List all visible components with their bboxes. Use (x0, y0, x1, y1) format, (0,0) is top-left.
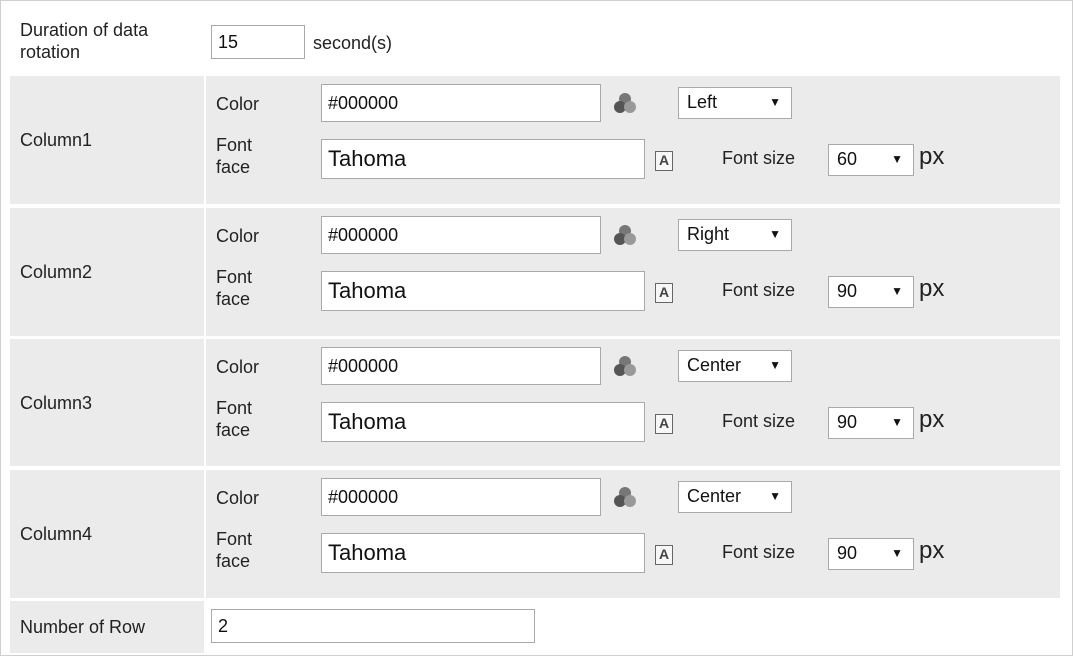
column-name: Column1 (20, 130, 93, 150)
font-size-value: 90 (837, 543, 858, 563)
alignment-select[interactable]: Right ▼ (678, 219, 792, 251)
column-block-1: Column1 Color Left ▼ Font face A Font si… (10, 76, 1060, 204)
color-label: Color (216, 488, 260, 508)
alignment-select[interactable]: Center ▼ (678, 481, 792, 513)
px-unit-label: px (919, 275, 945, 302)
font-size-label: Font size (722, 148, 796, 168)
duration-unit: second(s) (313, 33, 393, 53)
font-size-value: 90 (837, 412, 858, 432)
px-unit-label: px (919, 537, 945, 564)
column-settings: Color Right ▼ Font face A Font size 90 ▼… (206, 208, 1060, 336)
number-of-row-input[interactable] (211, 609, 535, 643)
color-label: Color (216, 226, 260, 246)
font-face-input[interactable] (321, 271, 645, 311)
duration-label: Duration of data rotation (20, 20, 149, 62)
font-size-select[interactable]: 90 ▼ (828, 538, 914, 570)
color-input[interactable] (321, 478, 601, 516)
number-of-row-row: Number of Row (10, 601, 1060, 653)
chevron-down-icon: ▼ (769, 95, 781, 109)
color-palette-icon[interactable] (612, 354, 638, 378)
chevron-down-icon: ▼ (769, 227, 781, 241)
duration-input[interactable] (211, 25, 305, 59)
font-face-label: Font face (216, 398, 253, 440)
font-size-value: 90 (837, 281, 858, 301)
chevron-down-icon: ▼ (891, 152, 903, 166)
chevron-down-icon: ▼ (769, 358, 781, 372)
font-size-label: Font size (722, 280, 796, 300)
font-face-label: Font face (216, 135, 253, 177)
alignment-select[interactable]: Center ▼ (678, 350, 792, 382)
font-face-label: Font face (216, 529, 253, 571)
column-block-4: Column4 Color Center ▼ Font face A Font … (10, 470, 1060, 598)
alignment-value: Center (687, 355, 742, 375)
px-unit-label: px (919, 143, 945, 170)
font-face-input[interactable] (321, 139, 645, 179)
font-picker-icon[interactable]: A (655, 414, 673, 434)
color-label: Color (216, 357, 260, 377)
number-of-row-cell (206, 601, 1060, 653)
column-name: Column4 (20, 524, 93, 544)
column-settings: Color Left ▼ Font face A Font size 60 ▼ … (206, 76, 1060, 204)
column-block-2: Column2 Color Right ▼ Font face A Font s… (10, 208, 1060, 336)
duration-row: Duration of data rotation second(s) (10, 8, 1060, 74)
font-picker-icon[interactable]: A (655, 545, 673, 565)
font-size-value: 60 (837, 149, 858, 169)
column-block-3: Column3 Color Center ▼ Font face A Font … (10, 339, 1060, 466)
color-palette-icon[interactable] (612, 223, 638, 247)
column-settings: Color Center ▼ Font face A Font size 90 … (206, 470, 1060, 598)
color-input[interactable] (321, 347, 601, 385)
color-input[interactable] (321, 216, 601, 254)
column-settings: Color Center ▼ Font face A Font size 90 … (206, 339, 1060, 466)
alignment-value: Left (687, 92, 718, 112)
chevron-down-icon: ▼ (891, 284, 903, 298)
alignment-select[interactable]: Left ▼ (678, 87, 792, 119)
color-palette-icon[interactable] (612, 485, 638, 509)
font-picker-icon[interactable]: A (655, 151, 673, 171)
font-size-label: Font size (722, 411, 796, 431)
chevron-down-icon: ▼ (769, 489, 781, 503)
column-name: Column2 (20, 262, 93, 282)
font-face-input[interactable] (321, 402, 645, 442)
number-of-row-label: Number of Row (20, 617, 146, 637)
color-palette-icon[interactable] (612, 91, 638, 115)
font-size-label: Font size (722, 542, 796, 562)
font-face-input[interactable] (321, 533, 645, 573)
font-size-select[interactable]: 90 ▼ (828, 276, 914, 308)
color-input[interactable] (321, 84, 601, 122)
column-name: Column3 (20, 392, 93, 413)
chevron-down-icon: ▼ (891, 415, 903, 429)
alignment-value: Center (687, 486, 742, 506)
color-label: Color (216, 94, 260, 114)
chevron-down-icon: ▼ (891, 546, 903, 560)
px-unit-label: px (919, 406, 945, 433)
font-face-label: Font face (216, 267, 253, 309)
font-size-select[interactable]: 60 ▼ (828, 144, 914, 176)
font-picker-icon[interactable]: A (655, 283, 673, 303)
font-size-select[interactable]: 90 ▼ (828, 407, 914, 439)
alignment-value: Right (687, 224, 730, 244)
